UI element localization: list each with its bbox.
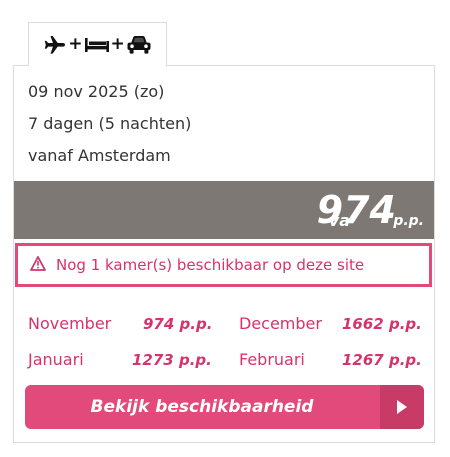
availability-alert: Nog 1 kamer(s) beschikbaar op deze site: [15, 243, 432, 287]
availability-text: Nog 1 kamer(s) beschikbaar op deze site: [56, 256, 365, 274]
month-price-januari[interactable]: 1273 p.p.: [132, 351, 212, 369]
month-price-november[interactable]: 974 p.p.: [143, 315, 212, 333]
month-link-november[interactable]: November: [28, 314, 111, 333]
play-arrow-icon: [380, 385, 424, 429]
view-availability-label: Bekijk beschikbaarheid: [90, 397, 314, 417]
price-band: va 974 p.p.: [14, 181, 434, 239]
departure-location: vanaf Amsterdam: [28, 146, 171, 165]
month-price-februari[interactable]: 1267 p.p.: [342, 351, 422, 369]
warning-icon: [30, 255, 46, 275]
departure-date: 09 nov 2025 (zo): [28, 82, 165, 101]
package-tab[interactable]: + +: [28, 22, 167, 66]
price-amount: 974: [316, 188, 396, 232]
month-price-december[interactable]: 1662 p.p.: [342, 315, 422, 333]
plus-separator: +: [68, 34, 83, 54]
package-card: 09 nov 2025 (zo) 7 dagen (5 nachten) van…: [13, 65, 435, 443]
month-link-december[interactable]: December: [239, 314, 322, 333]
plane-icon: [44, 35, 66, 54]
bed-icon: [84, 37, 109, 53]
plus-separator: +: [110, 34, 125, 54]
month-link-februari[interactable]: Februari: [239, 350, 305, 369]
view-availability-button[interactable]: Bekijk beschikbaarheid: [25, 385, 424, 429]
trip-duration: 7 dagen (5 nachten): [28, 114, 192, 133]
month-link-januari[interactable]: Januari: [28, 350, 84, 369]
car-icon: [127, 35, 151, 55]
price-suffix: p.p.: [393, 213, 424, 229]
